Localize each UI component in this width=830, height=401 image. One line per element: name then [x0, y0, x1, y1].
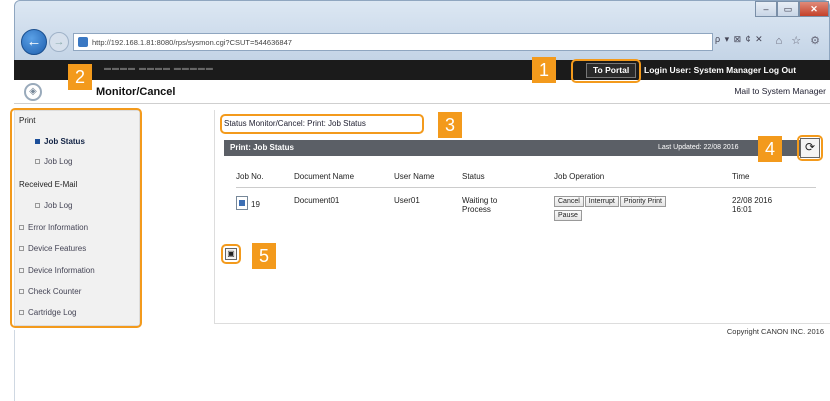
- highlight-portal: [571, 59, 641, 83]
- column-header-job-no: Job No.: [236, 172, 294, 188]
- panel-title: Print: Job Status: [230, 143, 295, 152]
- highlight-sidebar: [10, 108, 142, 328]
- monitor-logo-icon: ◈: [24, 83, 42, 101]
- job-operation-cell: Cancel Interrupt Priority Print Pause: [554, 188, 732, 225]
- page-favicon-icon: [78, 37, 88, 47]
- forward-arrow-icon[interactable]: →: [49, 32, 69, 52]
- column-header-document-name: Document Name: [294, 172, 394, 188]
- callout-2: 2: [68, 64, 92, 90]
- table-header-row: Job No. Document Name User Name Status J…: [236, 172, 816, 188]
- address-tools[interactable]: ρ ▾ ⊠ ¢ ✕: [715, 34, 764, 45]
- time-line-1: 22/08 2016: [732, 196, 773, 205]
- mail-to-system-manager-link[interactable]: Mail to System Manager: [734, 86, 826, 96]
- page-title: Monitor/Cancel: [96, 86, 176, 98]
- priority-print-button[interactable]: Priority Print: [619, 196, 666, 207]
- job-no: 19: [251, 200, 260, 209]
- job-table: Job No. Document Name User Name Status J…: [236, 172, 816, 224]
- pause-button[interactable]: Pause: [554, 210, 582, 221]
- copyright-text: Copyright CANON INC. 2016: [726, 327, 824, 336]
- highlight-refresh: [797, 135, 823, 161]
- title-bar: ◈ Monitor/Cancel Mail to System Manager: [14, 80, 830, 104]
- address-bar[interactable]: http://192.168.1.81:8080/rps/sysmon.cgi?…: [73, 33, 713, 51]
- time-line-2: 16:01: [732, 205, 753, 214]
- panel-header: Print: Job Status Last Updated: 22/08 20…: [224, 140, 816, 156]
- document-name-cell: Document01: [294, 196, 340, 205]
- column-header-status: Status: [462, 172, 554, 188]
- interrupt-button[interactable]: Interrupt: [584, 196, 619, 207]
- address-url: http://192.168.1.81:8080/rps/sysmon.cgi?…: [92, 37, 292, 47]
- column-header-time: Time: [732, 172, 816, 188]
- minimize-button[interactable]: –: [755, 1, 777, 17]
- home-favorites-settings-icons[interactable]: ⌂ ☆ ⚙: [776, 34, 823, 47]
- window-edge: [14, 330, 15, 401]
- top-bar: ▬▬▬▬ ▬▬▬▬ ▬▬▬▬▬ To Portal Login User: Sy…: [14, 60, 830, 80]
- table-row: 19 Document01 User01 Waiting to Process …: [236, 188, 816, 225]
- window-controls: – ▭ ✕: [755, 1, 829, 17]
- highlight-scroll-top: [221, 244, 241, 264]
- maximize-button[interactable]: ▭: [777, 1, 799, 17]
- close-window-button[interactable]: ✕: [799, 1, 829, 17]
- job-no-cell: 19: [236, 188, 294, 225]
- time-cell: 22/08 2016 16:01: [732, 188, 816, 225]
- login-user-text[interactable]: Login User: System Manager Log Out: [644, 65, 796, 75]
- print-job-icon[interactable]: [236, 196, 248, 210]
- column-header-user-name: User Name: [394, 172, 462, 188]
- status-line-2: Process: [462, 205, 491, 214]
- user-name-cell: User01: [394, 196, 420, 205]
- top-bar-dim-text: ▬▬▬▬ ▬▬▬▬ ▬▬▬▬▬: [104, 65, 214, 72]
- back-arrow-icon[interactable]: ←: [21, 29, 47, 55]
- callout-5: 5: [252, 243, 276, 269]
- highlight-breadcrumb: [220, 114, 424, 134]
- last-updated-text: Last Updated: 22/08 2016: [658, 144, 739, 151]
- callout-3: 3: [438, 112, 462, 138]
- browser-chrome: – ▭ ✕ ← → http://192.168.1.81:8080/rps/s…: [14, 0, 830, 60]
- callout-4: 4: [758, 136, 782, 162]
- column-header-job-operation: Job Operation: [554, 172, 732, 188]
- status-line-1: Waiting to: [462, 196, 498, 205]
- cancel-button[interactable]: Cancel: [554, 196, 584, 207]
- callout-1: 1: [532, 57, 556, 83]
- status-cell: Waiting to Process: [462, 188, 554, 225]
